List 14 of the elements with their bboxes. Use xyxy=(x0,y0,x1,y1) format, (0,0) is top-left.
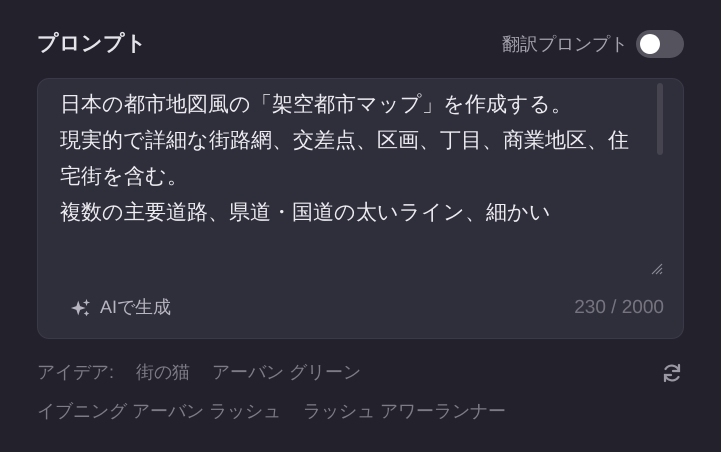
generate-button[interactable]: AIで生成 xyxy=(70,294,172,322)
character-counter: 230 / 2000 xyxy=(574,296,664,320)
idea-chip[interactable]: アーバン グリーン xyxy=(212,353,362,392)
idea-chip[interactable]: ラッシュ アワーランナー xyxy=(303,392,506,431)
prompt-field[interactable]: 日本の都市地図風の「架空都市マップ」を作成する。 現実的で詳細な街路網、交差点、区画、丁目、商業地区、住宅街を含む。 複数の主要道路、県道・国道の太いライン、細かい AIで生成 230 / 2000 xyxy=(37,78,684,339)
ideas-label: アイデア: xyxy=(37,361,114,384)
idea-chip[interactable]: 街の猫 xyxy=(136,353,190,392)
idea-chip[interactable]: イブニング アーバン ラッシュ xyxy=(37,392,282,431)
resize-handle-icon[interactable] xyxy=(651,263,663,275)
sparkle-icon xyxy=(70,296,92,319)
section-title: プロンプト xyxy=(37,30,147,58)
toggle-label: 翻訳プロンプト xyxy=(502,32,628,56)
prompt-text: 日本の都市地図風の「架空都市マップ」を作成する。 現実的で詳細な街路網、交差点、区画、丁目、商業地区、住宅街を含む。 複数の主要道路、県道・国道の太いライン、細かい xyxy=(60,92,630,226)
translate-toggle[interactable] xyxy=(636,30,684,58)
